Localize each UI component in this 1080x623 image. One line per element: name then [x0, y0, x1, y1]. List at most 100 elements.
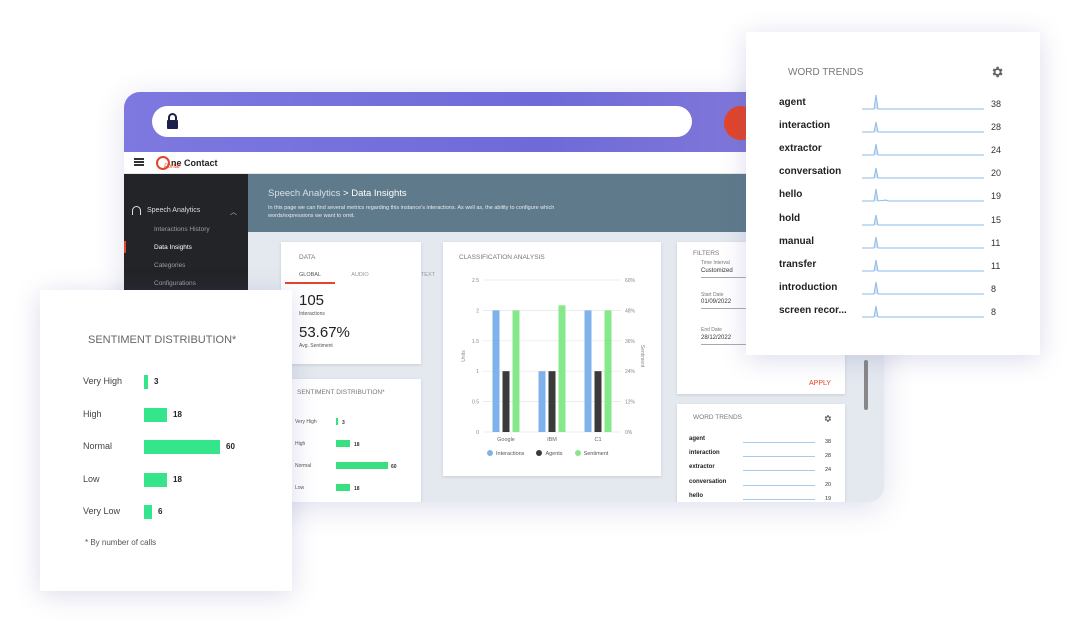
end-date-underline: [701, 344, 749, 345]
sentiment-row-value: 3: [154, 377, 159, 386]
word-trend-sparkline: [862, 236, 984, 249]
x-tick-label: Google: [497, 437, 515, 443]
word-trend-small-count: 38: [825, 439, 832, 445]
gear-icon[interactable]: [990, 65, 1004, 79]
avg-sentiment-value: 53.67%: [299, 324, 350, 341]
sentiment-row-bar: [144, 472, 167, 487]
chart-bar-interactions: [538, 371, 546, 432]
start-date-field[interactable]: 01/09/2022: [701, 299, 731, 305]
sentiment-small-label: Normal: [295, 463, 312, 469]
word-trend-sparkline: [862, 168, 984, 179]
sentiment-row-label: High: [83, 408, 102, 419]
chart-bar-interactions: [584, 310, 592, 432]
word-trend-sparkline: [862, 189, 984, 202]
sentiment-title: SENTIMENT DISTRIBUTION*: [88, 334, 237, 346]
sentiment-small-bar: [336, 440, 350, 447]
sentiment-card-small: SENTIMENT DISTRIBUTION* Very High 3 High…: [281, 379, 421, 502]
gear-icon[interactable]: [823, 414, 832, 423]
address-bar[interactable]: [152, 106, 692, 137]
word-trend-count: 8: [991, 283, 997, 294]
start-date-label: Start Date: [701, 292, 724, 298]
interactions-value: 105: [299, 292, 325, 309]
chart-bar-agents: [502, 371, 510, 432]
word-trend-sparkline: [862, 121, 984, 133]
sentiment-small-title: SENTIMENT DISTRIBUTION*: [297, 389, 385, 396]
sentiment-row-label: Normal: [83, 441, 113, 451]
sentiment-row-label: Very Low: [83, 506, 121, 516]
chart-bar-sentiment: [512, 310, 520, 432]
avg-sentiment-label: Avg. Sentiment: [299, 343, 333, 349]
sentiment-small-value: 18: [354, 486, 360, 492]
sidebar-item-categories[interactable]: Categories: [154, 262, 185, 269]
sentiment-row-label: Low: [83, 473, 100, 484]
menu-icon[interactable]: [134, 158, 144, 166]
active-indicator: [124, 241, 126, 253]
page-description: In this page we can find several metrics…: [268, 205, 555, 219]
chart-legend: Interactions Agents Sentiment: [487, 450, 608, 457]
headset-icon: [132, 206, 141, 215]
tab-text[interactable]: TEXT: [385, 272, 435, 284]
word-trend-sparkline: [862, 214, 984, 225]
x-tick-label: IBM: [547, 437, 557, 443]
sentiment-small-bar: [336, 462, 388, 469]
word-trend-sparkline: [862, 94, 984, 110]
interactions-label: Interactions: [299, 311, 325, 317]
word-trend-small-word: hello: [689, 493, 704, 499]
sidebar-item-interactions-history[interactable]: Interactions History: [154, 226, 210, 233]
breadcrumb-parent[interactable]: Speech Analytics: [268, 188, 340, 199]
word-trend-count: 24: [991, 145, 1002, 156]
legend-item-agents[interactable]: Agents: [536, 450, 563, 457]
word-trend-small-spark: [743, 499, 815, 500]
word-trend-count: 8: [991, 306, 997, 317]
time-interval-underline: [701, 277, 749, 278]
sentiment-row-bar: [144, 375, 148, 389]
y-tick-label: 2.5: [472, 278, 479, 284]
word-trend-word: manual: [779, 235, 815, 247]
scrollbar-thumb[interactable]: [864, 360, 868, 410]
classification-chart: 0 0% 0.5 12% 1 24% 1.5 36% 2 48% 2.5 60% Units Sentim…: [461, 278, 645, 443]
sentiment-distribution-card: SENTIMENT DISTRIBUTION* * By number of c…: [40, 290, 292, 591]
sentiment-row-bar: [144, 407, 167, 422]
y2-tick-label: 60%: [625, 278, 636, 284]
time-interval-select[interactable]: Customized: [701, 268, 733, 274]
x-tick-label: C1: [594, 437, 601, 443]
sentiment-small-label: Very High: [295, 419, 317, 425]
sidebar-section-speech-analytics[interactable]: Speech Analytics: [132, 206, 200, 215]
word-trend-count: 38: [991, 99, 1002, 109]
word-trend-word: conversation: [779, 166, 842, 178]
word-trend-word: interaction: [779, 120, 831, 132]
word-trend-small-word: agent: [689, 436, 706, 442]
word-trend-small-spark: [743, 442, 815, 443]
sidebar-item-configurations[interactable]: Configurations: [154, 280, 196, 287]
y-tick-label: 1.5: [472, 339, 479, 345]
breadcrumb: Speech Analytics > Data Insights: [268, 188, 407, 199]
sentiment-small-bar: [336, 484, 350, 491]
apply-button[interactable]: APPLY: [809, 380, 831, 387]
sidebar-item-data-insights[interactable]: Data Insights: [154, 244, 192, 251]
legend-item-sentiment[interactable]: Sentiment: [574, 450, 608, 457]
tab-global[interactable]: GLOBAL: [285, 272, 335, 284]
word-trend-small-spark: [743, 485, 815, 486]
word-trend-small-word: extractor: [689, 464, 715, 470]
end-date-label: End Date: [701, 327, 722, 333]
word-trend-word: extractor: [779, 143, 822, 155]
word-trend-count: 20: [991, 168, 1002, 179]
chart-bar-sentiment: [604, 310, 612, 432]
breadcrumb-separator: >: [343, 188, 349, 199]
word-trend-word: introduction: [779, 281, 838, 293]
sentiment-small-bar: [336, 418, 338, 425]
end-date-field[interactable]: 28/12/2022: [701, 335, 731, 341]
lock-icon: [167, 113, 178, 129]
sentiment-small-value: 3: [342, 420, 345, 426]
sentiment-row-value: 60: [226, 442, 235, 451]
word-trend-word: hello: [779, 189, 803, 201]
word-trend-small-count: 20: [825, 482, 832, 488]
word-trend-small-word: conversation: [689, 479, 727, 485]
chevron-up-icon[interactable]: ︿: [230, 207, 237, 217]
word-trend-count: 11: [991, 237, 1001, 248]
legend-item-interactions[interactable]: Interactions: [487, 450, 524, 457]
chart-bar-interactions: [492, 310, 500, 432]
tab-audio[interactable]: AUDIO: [335, 272, 385, 284]
word-trend-small-count: 24: [825, 467, 832, 473]
word-trend-sparkline: [862, 259, 984, 272]
